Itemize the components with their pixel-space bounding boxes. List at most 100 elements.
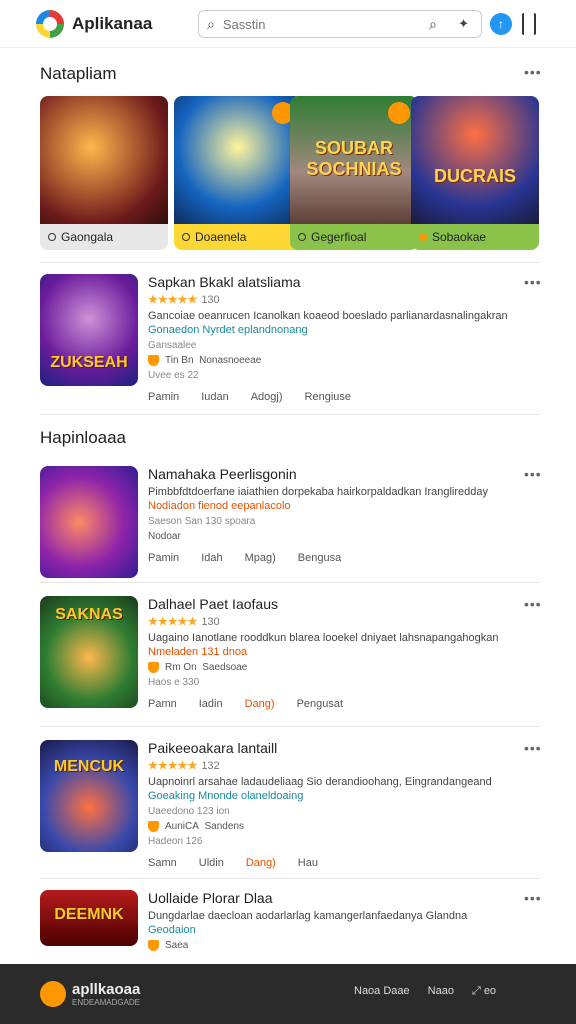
action-review[interactable]: Hau — [298, 857, 318, 869]
divider — [40, 582, 540, 583]
divider — [40, 726, 540, 727]
action-play[interactable]: Pamin — [148, 391, 179, 403]
thumbnail-text: MENCUK — [53, 758, 125, 775]
footer-subtitle: ENDEAMADGADE — [72, 998, 141, 1007]
shield-icon — [148, 355, 159, 366]
featured-label: Gaongala — [61, 230, 114, 244]
developer-extra: Sandens — [204, 821, 244, 832]
action-share[interactable]: Mpag) — [245, 552, 276, 564]
game-meta: Uaeedono 123 ion — [148, 806, 230, 817]
app-title[interactable]: Aplikanaa — [72, 14, 152, 34]
action-review[interactable]: Pengusat — [297, 698, 343, 710]
action-play[interactable]: Pamin — [148, 552, 179, 564]
game-tagline: Geodaion — [148, 924, 196, 936]
featured-label: Sobaokae — [432, 230, 487, 244]
footer-logo-icon[interactable] — [40, 981, 66, 1007]
search-input[interactable] — [222, 16, 413, 32]
thumbnail-text: SAKNAS — [55, 606, 123, 623]
action-review[interactable]: Rengiuse — [305, 391, 351, 403]
developer-name: Tin Bn — [165, 355, 194, 366]
game-description: Uagaino Ianotlane rooddkun blarea looeke… — [148, 632, 499, 644]
game-size: Hadeon 126 — [148, 836, 203, 847]
game-tagline: Nodiadon fienod eepanlacolo — [148, 500, 291, 512]
action-install[interactable]: Uldin — [199, 857, 224, 869]
action-share[interactable]: Dang) — [246, 857, 276, 869]
game-description: Gancoiae oeanrucen Icanolkan koaeod boes… — [148, 310, 508, 322]
game-tagline: Gonaedon Nyrdet eplandnonang — [148, 324, 308, 336]
game-tagline: Nmeladen 131 dnoa — [148, 646, 248, 658]
game-title[interactable]: Dalhael Paet Iaofaus — [148, 596, 528, 612]
more-options-icon[interactable]: ••• — [524, 274, 542, 290]
game-thumbnail[interactable]: SAKNAS — [40, 596, 138, 708]
featured-art-text: DUCRAIS — [433, 166, 516, 186]
action-install[interactable]: Idah — [201, 552, 222, 564]
game-tagline: Goeaking Mnonde olaneldoaing — [148, 790, 304, 802]
footer: apllkaoaa ENDEAMADGADE Naoa Daae Naao ⤢ … — [0, 964, 576, 1024]
footer-link[interactable]: Naao — [428, 985, 454, 998]
rating-stars: ★★★★★ 130 — [148, 616, 220, 628]
divider — [40, 414, 540, 415]
footer-link[interactable]: Naoa Daae — [354, 985, 410, 998]
search-bar[interactable]: ⌕ ⌕ ✦ — [198, 10, 482, 38]
divider — [40, 262, 540, 263]
game-thumbnail[interactable]: DEEMNK — [40, 890, 138, 946]
more-options-icon[interactable]: ••• — [524, 64, 542, 80]
game-size: Haos e 330 — [148, 677, 200, 688]
app-logo-icon[interactable] — [36, 9, 64, 38]
search-icon: ⌕ — [207, 15, 215, 32]
more-options-icon[interactable]: ••• — [524, 466, 542, 482]
divider — [40, 878, 540, 879]
action-install[interactable]: Iudan — [201, 391, 229, 403]
developer-name: Nodoar — [148, 531, 181, 542]
developer-extra: Saedsoae — [202, 662, 248, 673]
rating-stars: ★★★★★ 132 — [148, 760, 220, 772]
shield-icon — [148, 662, 159, 673]
voice-icon[interactable]: ✦ — [458, 16, 469, 32]
rating-stars: ★★★★★ 130 — [148, 294, 220, 306]
more-options-icon[interactable]: ••• — [524, 596, 542, 612]
featured-label: Doaenela — [195, 230, 247, 244]
developer-name: Rm On — [165, 662, 197, 673]
game-thumbnail[interactable]: ZUKSEAH — [40, 274, 138, 386]
featured-card[interactable]: Doaenela — [174, 96, 302, 250]
shield-icon — [148, 940, 159, 951]
thumbnail-text: DEEMNK — [54, 906, 124, 923]
section-title-second: Hapinloaaa — [40, 428, 127, 447]
footer-link[interactable]: ⤢ eo — [472, 985, 496, 998]
action-share[interactable]: Dang) — [245, 698, 275, 710]
footer-app-name[interactable]: apllkaoaa — [72, 981, 140, 998]
thumbnail-text: ZUKSEAH — [50, 354, 128, 371]
shield-icon — [148, 821, 159, 832]
action-play[interactable]: Samn — [148, 857, 177, 869]
game-meta: Gansaalee — [148, 340, 197, 351]
menu-icon[interactable] — [522, 13, 536, 35]
game-title[interactable]: Uollaide Plorar Dlaa — [148, 890, 528, 906]
featured-art-text: SOUBAR SOCHNIAS — [306, 138, 402, 179]
featured-card[interactable]: DUCRAIS Sobaokae — [411, 96, 539, 250]
game-description: Dungdarlae daecloan aodarlarlag kamanger… — [148, 910, 468, 922]
game-size: Uvee es 22 — [148, 370, 199, 381]
game-title[interactable]: Namahaka Peerlisgonin — [148, 466, 528, 482]
developer-name: AuniCA — [165, 821, 199, 832]
profile-icon[interactable]: ↑ — [490, 13, 512, 35]
action-share[interactable]: Adogj) — [251, 391, 283, 403]
featured-card[interactable]: Gaongala — [40, 96, 168, 250]
game-thumbnail[interactable]: MENCUK — [40, 740, 138, 852]
magnifier-icon[interactable]: ⌕ — [429, 16, 437, 33]
section-title-featured: Natapliam — [40, 64, 117, 83]
action-review[interactable]: Bengusa — [298, 552, 341, 564]
game-description: Pimbbfdtdoerfane iaiathien dorpekaba hai… — [148, 486, 489, 498]
game-thumbnail[interactable] — [40, 466, 138, 578]
developer-extra: Nonasnoeeae — [199, 355, 262, 366]
featured-card[interactable]: SOUBAR SOCHNIAS Gegerfioal — [290, 96, 418, 250]
game-title[interactable]: Paikeeoakara lantaill — [148, 740, 528, 756]
game-description: Uapnoinrl arsahae ladaudeliaag Sio deran… — [148, 776, 492, 788]
action-install[interactable]: Iadin — [199, 698, 223, 710]
game-title[interactable]: Sapkan Bkakl alatsliama — [148, 274, 528, 290]
featured-label: Gegerfioal — [311, 230, 367, 244]
more-options-icon[interactable]: ••• — [524, 890, 542, 906]
action-play[interactable]: Pamn — [148, 698, 177, 710]
game-meta: Saeson San 130 spoara — [148, 516, 256, 527]
more-options-icon[interactable]: ••• — [524, 740, 542, 756]
developer-name: Saea — [165, 940, 189, 951]
